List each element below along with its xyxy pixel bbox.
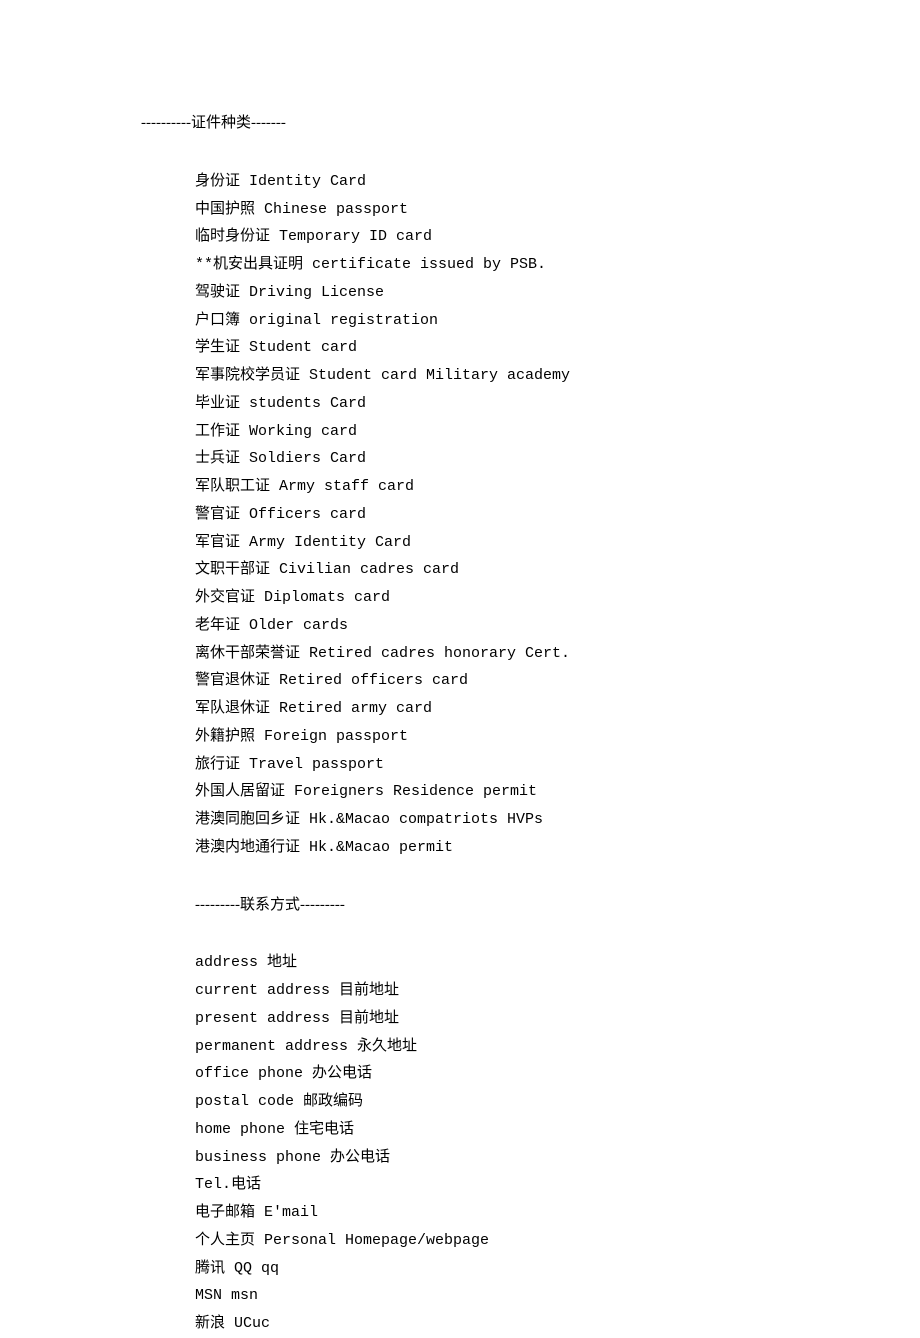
document-line: 临时身份证 Temporary ID card: [195, 223, 920, 251]
section-2-content: address 地址current address 目前地址present ad…: [155, 949, 920, 1338]
section-header-1: ----------证件种类-------: [141, 110, 920, 138]
document-line: current address 目前地址: [195, 977, 920, 1005]
document-line: 外国人居留证 Foreigners Residence permit: [195, 778, 920, 806]
document-line: 离休干部荣誉证 Retired cadres honorary Cert.: [195, 640, 920, 668]
document-line: 警官退休证 Retired officers card: [195, 667, 920, 695]
document-line: 身份证 Identity Card: [195, 168, 920, 196]
document-line: 电子邮箱 E'mail: [195, 1199, 920, 1227]
document-line: business phone 办公电话: [195, 1144, 920, 1172]
document-line: 个人主页 Personal Homepage/webpage: [195, 1227, 920, 1255]
document-line: 军官证 Army Identity Card: [195, 529, 920, 557]
document-line: 军队职工证 Army staff card: [195, 473, 920, 501]
document-line: 外交官证 Diplomats card: [195, 584, 920, 612]
document-line: 警官证 Officers card: [195, 501, 920, 529]
document-line: 外籍护照 Foreign passport: [195, 723, 920, 751]
document-line: postal code 邮政编码: [195, 1088, 920, 1116]
document-line: present address 目前地址: [195, 1005, 920, 1033]
document-line: 文职干部证 Civilian cadres card: [195, 556, 920, 584]
document-line: 军队退休证 Retired army card: [195, 695, 920, 723]
document-line: 毕业证 students Card: [195, 390, 920, 418]
document-line: 腾讯 QQ qq: [195, 1255, 920, 1283]
document-line: home phone 住宅电话: [195, 1116, 920, 1144]
document-line: permanent address 永久地址: [195, 1033, 920, 1061]
document-line: 旅行证 Travel passport: [195, 751, 920, 779]
document-line: address 地址: [195, 949, 920, 977]
document-line: office phone 办公电话: [195, 1060, 920, 1088]
document-line: 学生证 Student card: [195, 334, 920, 362]
document-line: 港澳同胞回乡证 Hk.&Macao compatriots HVPs: [195, 806, 920, 834]
document-line: MSN msn: [195, 1282, 920, 1310]
document-line: **机安出具证明 certificate issued by PSB.: [195, 251, 920, 279]
document-line: 士兵证 Soldiers Card: [195, 445, 920, 473]
document-line: 港澳内地通行证 Hk.&Macao permit: [195, 834, 920, 862]
section-1-content: 身份证 Identity Card中国护照 Chinese passport临时…: [155, 168, 920, 862]
document-line: 中国护照 Chinese passport: [195, 196, 920, 224]
document-line: 老年证 Older cards: [195, 612, 920, 640]
document-line: 户口簿 original registration: [195, 307, 920, 335]
section-header-2: ---------联系方式---------: [195, 892, 920, 920]
document-line: Tel.电话: [195, 1171, 920, 1199]
document-line: 军事院校学员证 Student card Military academy: [195, 362, 920, 390]
document-line: 驾驶证 Driving License: [195, 279, 920, 307]
document-line: 新浪 UCuc: [195, 1310, 920, 1338]
document-line: 工作证 Working card: [195, 418, 920, 446]
